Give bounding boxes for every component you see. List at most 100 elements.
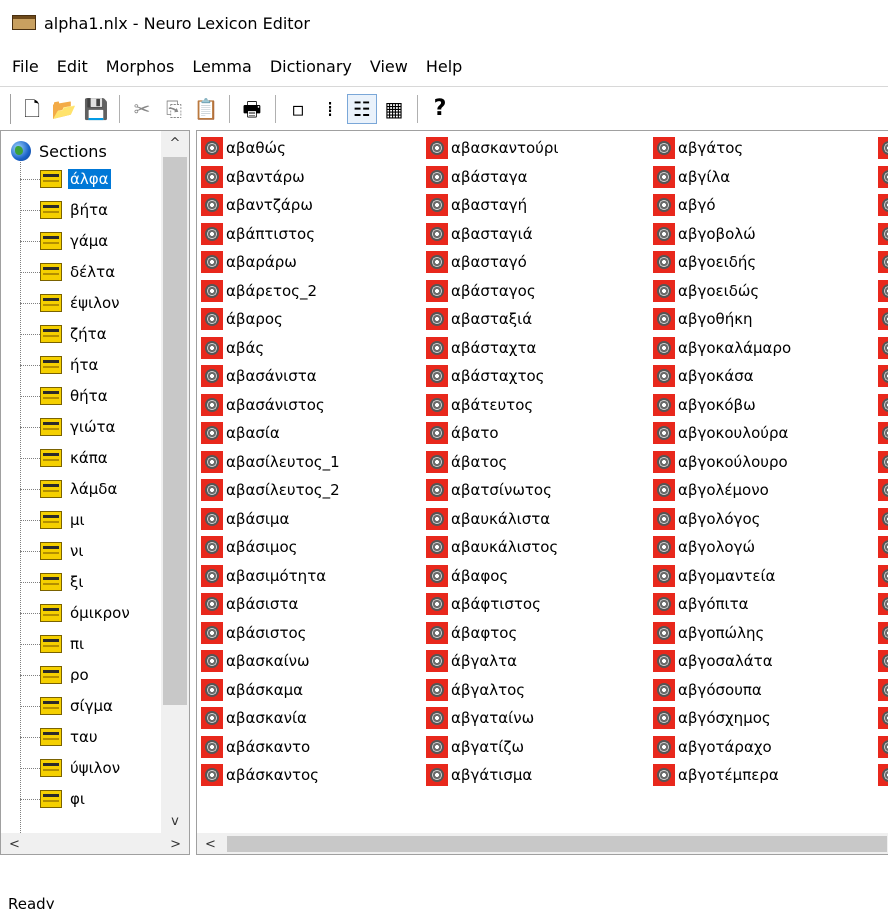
tree-item[interactable]: δέλτα: [20, 258, 117, 286]
menu-view[interactable]: View: [368, 55, 410, 78]
word-list-item[interactable]: άβαφος: [426, 562, 656, 591]
word-list-item[interactable]: αβγοπώλης: [653, 619, 883, 648]
word-list-item[interactable]: [878, 562, 888, 591]
tree-item[interactable]: γιώτα: [20, 413, 117, 441]
word-list-item[interactable]: [878, 704, 888, 733]
word-list-item[interactable]: αβγοκουλούρα: [653, 419, 883, 448]
tree-item[interactable]: ρο: [20, 661, 91, 689]
word-list-item[interactable]: άβατο: [426, 419, 656, 448]
word-list-item[interactable]: αβασταγή: [426, 191, 656, 220]
tree-item[interactable]: σίγμα: [20, 692, 115, 720]
word-list-item[interactable]: αβάρετος_2: [201, 277, 431, 306]
word-list-item[interactable]: αβάσκαντος: [201, 761, 431, 790]
word-list-item[interactable]: αβγό: [653, 191, 883, 220]
word-list-item[interactable]: αβασίλευτος_1: [201, 448, 431, 477]
word-list-item[interactable]: αβασάνιστος: [201, 391, 431, 420]
list-horizontal-scrollbar[interactable]: <: [197, 833, 888, 854]
word-list-item[interactable]: αβάσταγος: [426, 277, 656, 306]
tree-vertical-scrollbar[interactable]: ^ v: [161, 131, 189, 833]
word-list-item[interactable]: αβγοθήκη: [653, 305, 883, 334]
word-list-item[interactable]: [878, 733, 888, 762]
word-list-item[interactable]: [878, 163, 888, 192]
word-list-item[interactable]: [878, 305, 888, 334]
word-list-item[interactable]: αβγολόγος: [653, 505, 883, 534]
menu-help[interactable]: Help: [424, 55, 464, 78]
word-list-item[interactable]: αβγοειδώς: [653, 277, 883, 306]
word-list-item[interactable]: αβασάνιστα: [201, 362, 431, 391]
word-list-item[interactable]: αβαυκάλιστος: [426, 533, 656, 562]
menu-dictionary[interactable]: Dictionary: [268, 55, 354, 78]
paste-icon[interactable]: 📋: [191, 94, 221, 124]
word-list-item[interactable]: αβγόσουπα: [653, 676, 883, 705]
tree-item[interactable]: γάμα: [20, 227, 110, 255]
open-folder-icon[interactable]: 📂: [49, 94, 79, 124]
word-list-item[interactable]: αβάπτιστος: [201, 220, 431, 249]
large-icons-view-icon[interactable]: ▫: [283, 94, 313, 124]
word-list-item[interactable]: αβασία: [201, 419, 431, 448]
word-list-item[interactable]: [878, 676, 888, 705]
word-list-item[interactable]: άβγαλτος: [426, 676, 656, 705]
word-list-item[interactable]: [878, 277, 888, 306]
word-list-item[interactable]: αβγόσχημος: [653, 704, 883, 733]
word-list-item[interactable]: αβγοβολώ: [653, 220, 883, 249]
word-list-item[interactable]: άβατος: [426, 448, 656, 477]
help-icon[interactable]: ?: [425, 94, 455, 124]
new-document-icon[interactable]: 🗋: [17, 94, 47, 124]
word-list-item[interactable]: αβγολέμονο: [653, 476, 883, 505]
list-scroll-thumb[interactable]: [227, 836, 887, 852]
word-list-item[interactable]: αβγόπιτα: [653, 590, 883, 619]
small-icons-view-icon[interactable]: ⁞: [315, 94, 345, 124]
word-list-item[interactable]: αβγοτέμπερα: [653, 761, 883, 790]
scroll-right-arrow-icon[interactable]: >: [170, 837, 181, 852]
print-icon[interactable]: 🖶: [237, 94, 267, 124]
menu-lemma[interactable]: Lemma: [190, 55, 253, 78]
tree-scroll-thumb[interactable]: [163, 157, 187, 705]
word-list-item[interactable]: αβάφτιστος: [426, 590, 656, 619]
details-view-icon[interactable]: ▦: [379, 94, 409, 124]
tree-item[interactable]: ζήτα: [20, 320, 109, 348]
word-list-item[interactable]: αβαντάρω: [201, 163, 431, 192]
word-list-item[interactable]: αβγολογώ: [653, 533, 883, 562]
word-list-item[interactable]: [878, 647, 888, 676]
menu-edit[interactable]: Edit: [55, 55, 90, 78]
word-list-item[interactable]: αβασταγό: [426, 248, 656, 277]
word-list-item[interactable]: αβασκαντούρι: [426, 134, 656, 163]
tree-item[interactable]: πι: [20, 630, 86, 658]
word-list-item[interactable]: αβάσιμα: [201, 505, 431, 534]
word-list-item[interactable]: αβγατίζω: [426, 733, 656, 762]
tree-item[interactable]: ήτα: [20, 351, 100, 379]
tree-root-sections[interactable]: Sections: [11, 137, 107, 165]
word-list-item[interactable]: [878, 476, 888, 505]
word-list-item[interactable]: αβασίλευτος_2: [201, 476, 431, 505]
word-list-item[interactable]: αβαυκάλιστα: [426, 505, 656, 534]
scroll-down-arrow-icon[interactable]: v: [161, 809, 189, 833]
word-list-item[interactable]: άβγαλτα: [426, 647, 656, 676]
word-list-item[interactable]: αβάσιστος: [201, 619, 431, 648]
tree-item[interactable]: θήτα: [20, 382, 110, 410]
toolbar-grip[interactable]: [8, 93, 11, 124]
word-list-item[interactable]: [878, 191, 888, 220]
word-list-item[interactable]: [878, 448, 888, 477]
word-list-item[interactable]: αβασταξιά: [426, 305, 656, 334]
menu-file[interactable]: File: [10, 55, 41, 78]
word-list-item[interactable]: αβγοκούλουρο: [653, 448, 883, 477]
word-list-item[interactable]: αβαθώς: [201, 134, 431, 163]
word-list-item[interactable]: αβγοκαλάμαρο: [653, 334, 883, 363]
word-list-item[interactable]: [878, 533, 888, 562]
menu-morphos[interactable]: Morphos: [104, 55, 177, 78]
tree-item[interactable]: ταυ: [20, 723, 100, 751]
word-list-item[interactable]: [878, 362, 888, 391]
tree-item[interactable]: μι: [20, 506, 87, 534]
scroll-left-arrow-icon[interactable]: <: [9, 837, 20, 852]
word-list-item[interactable]: [878, 761, 888, 790]
tree-item[interactable]: έψιλον: [20, 289, 122, 317]
tree-item[interactable]: άλφα: [20, 165, 111, 193]
tree-item[interactable]: φι: [20, 785, 87, 813]
list-view-icon[interactable]: ☷: [347, 93, 377, 124]
word-list-item[interactable]: [878, 590, 888, 619]
scroll-left-arrow-icon[interactable]: <: [205, 837, 216, 852]
word-list-item[interactable]: [878, 619, 888, 648]
tree-item[interactable]: ύψιλον: [20, 754, 122, 782]
word-list-item[interactable]: [878, 391, 888, 420]
tree-item[interactable]: όμικρον: [20, 599, 132, 627]
